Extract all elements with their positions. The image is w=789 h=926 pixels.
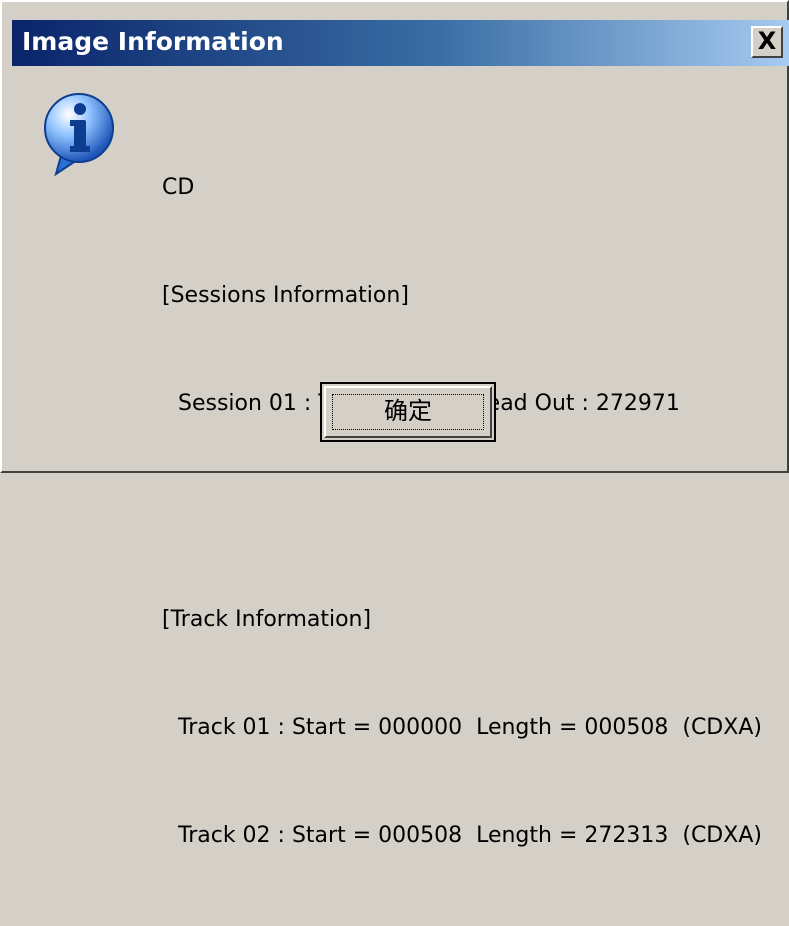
message-line [162, 494, 762, 530]
message-line: Track 02 : Start = 000508 Length = 27231… [178, 823, 762, 848]
ok-button-label: 确定 [384, 397, 432, 425]
window-title: Image Information [22, 27, 284, 56]
ok-button[interactable]: 确定 [320, 382, 496, 442]
message-line: [Sessions Information] [162, 283, 409, 308]
title-bar[interactable]: Image Information X [12, 20, 789, 66]
message-text: CD [Sessions Information] Session 01 : T… [162, 98, 762, 926]
message-line: Track 01 : Start = 000000 Length = 00050… [178, 715, 762, 740]
message-line: CD [162, 175, 195, 200]
info-icon [44, 93, 114, 176]
message-line: [Track Information] [162, 607, 372, 632]
close-button[interactable]: X [751, 26, 783, 58]
dialog-window: Image Information X CD [Sessions Informa… [0, 0, 789, 848]
